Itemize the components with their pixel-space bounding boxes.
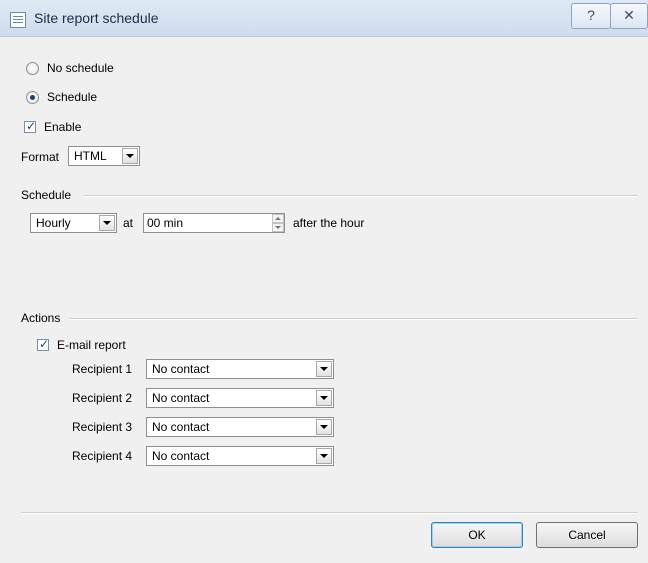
actions-group-title: Actions (21, 311, 61, 325)
chevron-down-icon[interactable] (122, 148, 138, 164)
recipient-2-select[interactable]: No contact (146, 388, 334, 408)
no-schedule-option[interactable]: No schedule (26, 61, 114, 75)
schedule-group-divider (84, 195, 638, 197)
chevron-down-icon[interactable] (316, 448, 332, 464)
spin-down-icon[interactable] (272, 223, 284, 232)
minutes-spinner[interactable]: 00 min (143, 213, 285, 233)
chevron-down-icon[interactable] (316, 419, 332, 435)
close-button[interactable]: ✕ (610, 3, 648, 29)
cancel-button[interactable]: Cancel (536, 522, 638, 548)
window-title: Site report schedule (34, 10, 159, 26)
recipient-1-label: Recipient 1 (72, 362, 133, 376)
actions-group-divider (70, 318, 638, 320)
recipient-2-value: No contact (152, 391, 210, 405)
title-bar[interactable]: Site report schedule ? ✕ (0, 0, 648, 37)
recipient-2-label: Recipient 2 (72, 391, 133, 405)
enable-checkbox[interactable] (24, 119, 36, 133)
spin-up-icon[interactable] (272, 214, 284, 223)
no-schedule-label: No schedule (47, 61, 114, 75)
schedule-option[interactable]: Schedule (26, 90, 97, 104)
chevron-down-icon[interactable] (99, 215, 115, 231)
recipient-1-value: No contact (152, 362, 210, 376)
format-value: HTML (74, 149, 107, 163)
recipient-3-select[interactable]: No contact (146, 417, 334, 437)
recipient-4-label: Recipient 4 (72, 449, 133, 463)
ok-button[interactable]: OK (431, 522, 523, 548)
chevron-down-icon[interactable] (316, 390, 332, 406)
recipient-1-select[interactable]: No contact (146, 359, 334, 379)
at-label: at (123, 216, 134, 230)
schedule-label: Schedule (47, 90, 98, 104)
after-hour-label: after the hour (293, 216, 365, 230)
frequency-select[interactable]: Hourly (30, 213, 117, 233)
window-icon (10, 12, 26, 28)
enable-option[interactable]: Enable (24, 119, 82, 134)
recipient-4-select[interactable]: No contact (146, 446, 334, 466)
email-report-checkbox[interactable] (37, 337, 49, 351)
recipient-3-label: Recipient 3 (72, 420, 133, 434)
chevron-down-icon[interactable] (316, 361, 332, 377)
frequency-value: Hourly (36, 216, 71, 230)
minutes-value[interactable]: 00 min (144, 216, 272, 230)
help-button[interactable]: ? (571, 3, 611, 29)
email-report-label: E-mail report (57, 338, 126, 352)
schedule-group-title: Schedule (21, 188, 72, 202)
enable-label: Enable (44, 120, 82, 134)
no-schedule-radio[interactable] (26, 61, 39, 75)
footer-divider (21, 512, 638, 514)
schedule-radio[interactable] (26, 90, 39, 104)
format-select[interactable]: HTML (68, 146, 140, 166)
recipient-3-value: No contact (152, 420, 210, 434)
email-report-option[interactable]: E-mail report (37, 337, 126, 352)
format-label: Format (21, 150, 60, 164)
recipient-4-value: No contact (152, 449, 210, 463)
